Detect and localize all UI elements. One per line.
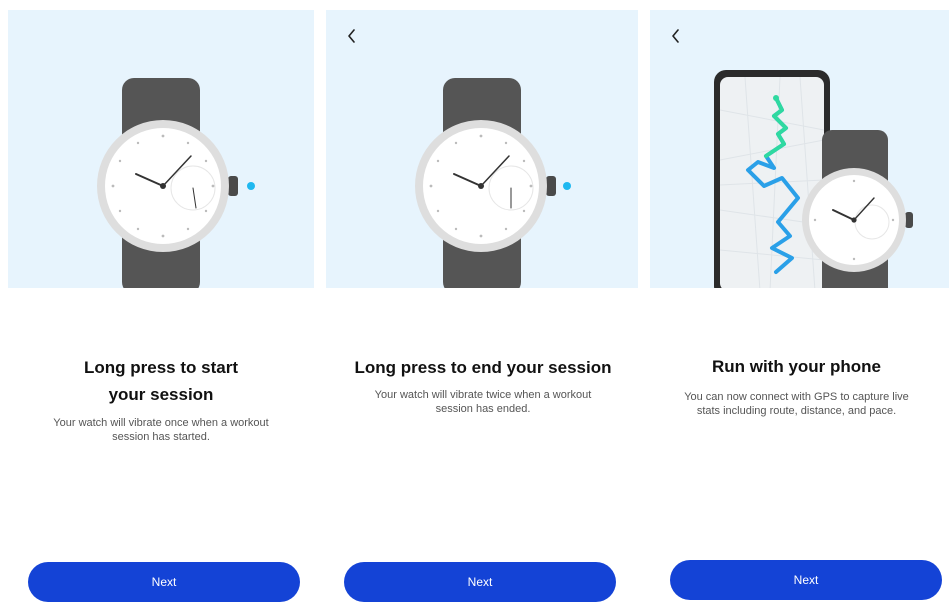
screen-title-line2: your session — [108, 385, 214, 404]
watch-illustration — [415, 78, 571, 288]
chevron-left-icon — [348, 29, 355, 43]
phone-and-watch-illustration — [714, 70, 913, 288]
next-button[interactable]: Next — [344, 562, 616, 602]
next-button[interactable]: Next — [670, 560, 942, 600]
screen-description-line2: session has started. — [112, 431, 210, 443]
screen-description-line1: You can now connect with GPS to capture … — [684, 391, 909, 403]
screen-description-line1: Your watch will vibrate twice when a wor… — [374, 389, 592, 401]
onboarding-screen-phone: Run with your phone You can now connect … — [644, 0, 949, 600]
screen-title-line1: Long press to start — [84, 358, 238, 377]
screen-title: Long press to end your session — [354, 358, 612, 377]
chevron-left-icon — [672, 29, 679, 43]
next-button[interactable]: Next — [28, 562, 300, 602]
watch-illustration — [97, 78, 255, 288]
hero-illustration — [8, 10, 314, 288]
back-button[interactable] — [664, 24, 688, 48]
onboarding-screen-start: Long press to start your session Your wa… — [0, 0, 322, 602]
screen-title: Run with your phone — [711, 357, 882, 376]
screen-description-line2: session has ended. — [435, 403, 531, 415]
hero-illustration — [326, 10, 638, 288]
screen-description-line2: stats including route, distance, and pac… — [696, 405, 897, 417]
screen-description-line1: Your watch will vibrate once when a work… — [53, 417, 269, 429]
onboarding-screen-end: Long press to end your session Your watc… — [322, 0, 644, 602]
back-button[interactable] — [340, 24, 364, 48]
hero-illustration — [650, 10, 949, 288]
